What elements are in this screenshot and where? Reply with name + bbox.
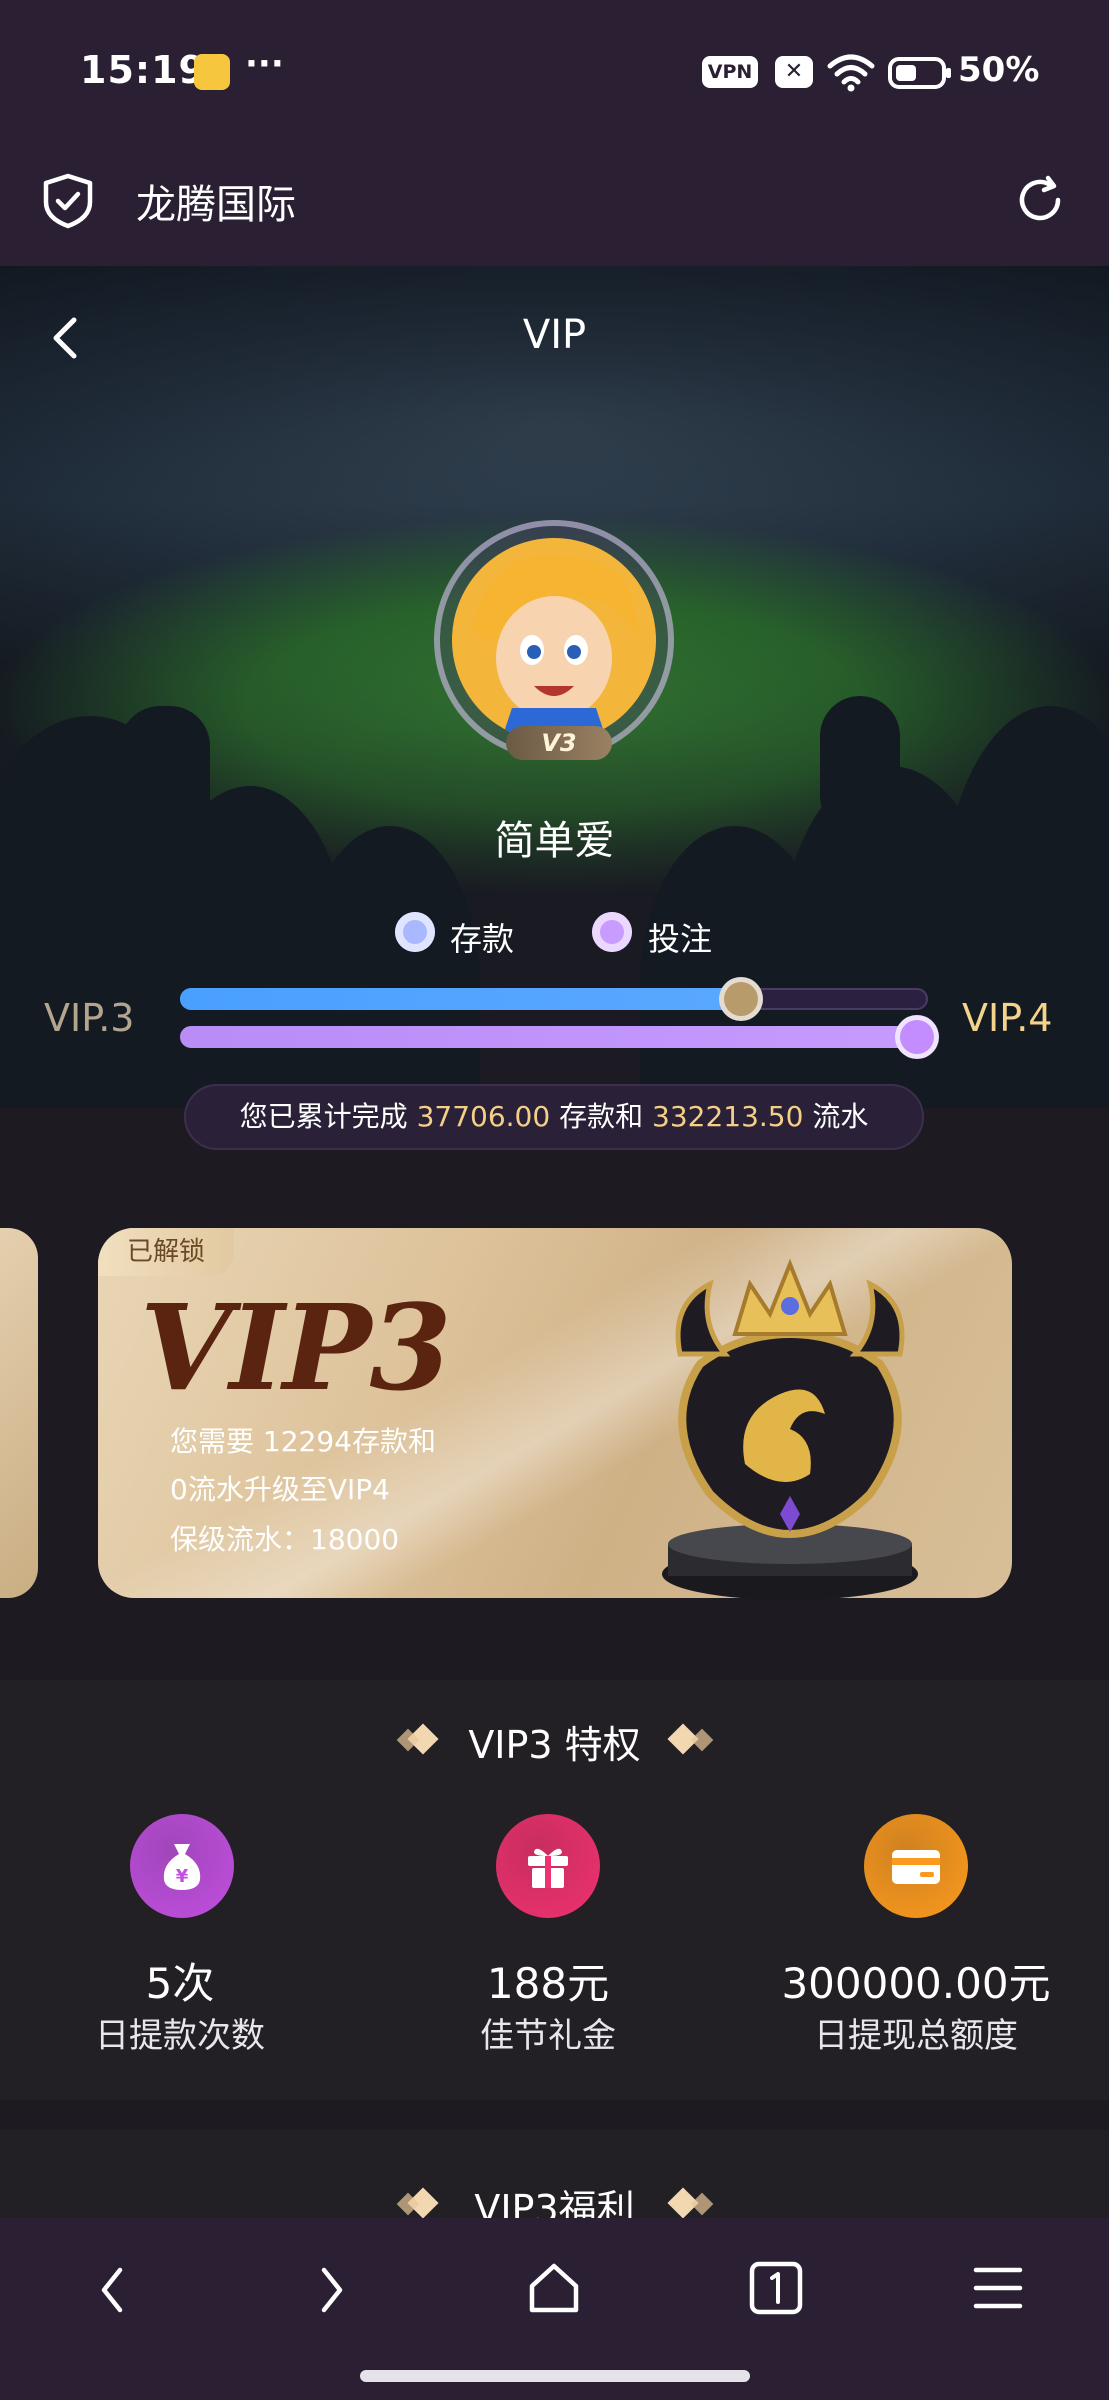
privilege-label: 日提款次数 (95, 2016, 265, 2056)
dragon-crown-emblem-icon (662, 1258, 918, 1600)
bet-legend-label: 投注 (648, 920, 713, 958)
browser-tabs-icon[interactable] (748, 2260, 804, 2316)
summary-prefix: 您已累计完成 (239, 1100, 408, 1133)
signal-off-icon: ✕ (775, 56, 813, 88)
deposit-total: 37706.00 (416, 1100, 551, 1133)
privilege-value: 5次 (145, 1959, 215, 2008)
card-vip-level: VIP3 (140, 1278, 452, 1417)
page-title: VIP (522, 312, 587, 358)
wifi-icon (827, 54, 875, 92)
app-title: 龙腾国际 (136, 182, 296, 228)
card-glyph-icon (892, 1850, 940, 1884)
unlocked-tag: 已解锁 (98, 1228, 234, 1276)
username: 简单爱 (494, 818, 615, 864)
card-requirement-line: 您需要 12294存款和 (170, 1425, 436, 1458)
deposit-legend-label: 存款 (450, 920, 515, 958)
bet-legend-dot (592, 912, 632, 952)
summary-suffix: 流水 (812, 1100, 869, 1133)
next-vip-level: VIP.4 (962, 996, 1053, 1040)
privileges-title: VIP3 特权 (468, 1723, 641, 1767)
privilege-label: 日提现总额度 (814, 2016, 1018, 2056)
deposit-progress-knob (724, 982, 758, 1016)
svg-text:¥: ¥ (176, 1866, 189, 1887)
refresh-icon[interactable] (1012, 172, 1068, 228)
bet-progress-fill (180, 1026, 928, 1048)
turnover-total: 332213.50 (652, 1100, 804, 1133)
current-vip-level: VIP.3 (44, 996, 135, 1040)
avatar-level-badge: V3 (506, 726, 612, 760)
summary-mid: 存款和 (559, 1100, 644, 1133)
previous-vip-card[interactable] (0, 1228, 38, 1598)
browser-forward-icon[interactable] (312, 2262, 352, 2318)
vpn-badge: VPN (702, 56, 758, 88)
deposit-progress-fill (180, 988, 741, 1010)
browser-menu-icon[interactable] (970, 2264, 1026, 2312)
progress-summary: 您已累计完成 37706.00 存款和 332213.50 流水 (184, 1084, 924, 1150)
browser-back-icon[interactable] (92, 2262, 132, 2318)
privilege-value: 300000.00元 (781, 1959, 1051, 2008)
bet-progress-knob (900, 1020, 934, 1054)
battery-percent: 50% (958, 50, 1040, 90)
money-bag-glyph-icon: ¥ (163, 1844, 201, 1890)
avatar (452, 538, 656, 742)
home-indicator[interactable] (360, 2370, 750, 2382)
privilege-value: 188元 (486, 1959, 610, 2008)
deposit-legend-dot (395, 912, 435, 952)
notification-app-icon (194, 54, 230, 90)
battery-icon (888, 57, 951, 89)
gift-glyph-icon (528, 1848, 568, 1888)
shield-check-icon[interactable] (40, 172, 96, 230)
status-time: 15:19 (80, 48, 206, 92)
privilege-label: 佳节礼金 (480, 2016, 616, 2056)
card-retention-line: 保级流水：18000 (170, 1523, 400, 1556)
card-upgrade-line: 0流水升级至VIP4 (170, 1473, 390, 1506)
browser-home-icon[interactable] (526, 2260, 582, 2316)
more-notifications-icon: ··· (245, 44, 284, 84)
